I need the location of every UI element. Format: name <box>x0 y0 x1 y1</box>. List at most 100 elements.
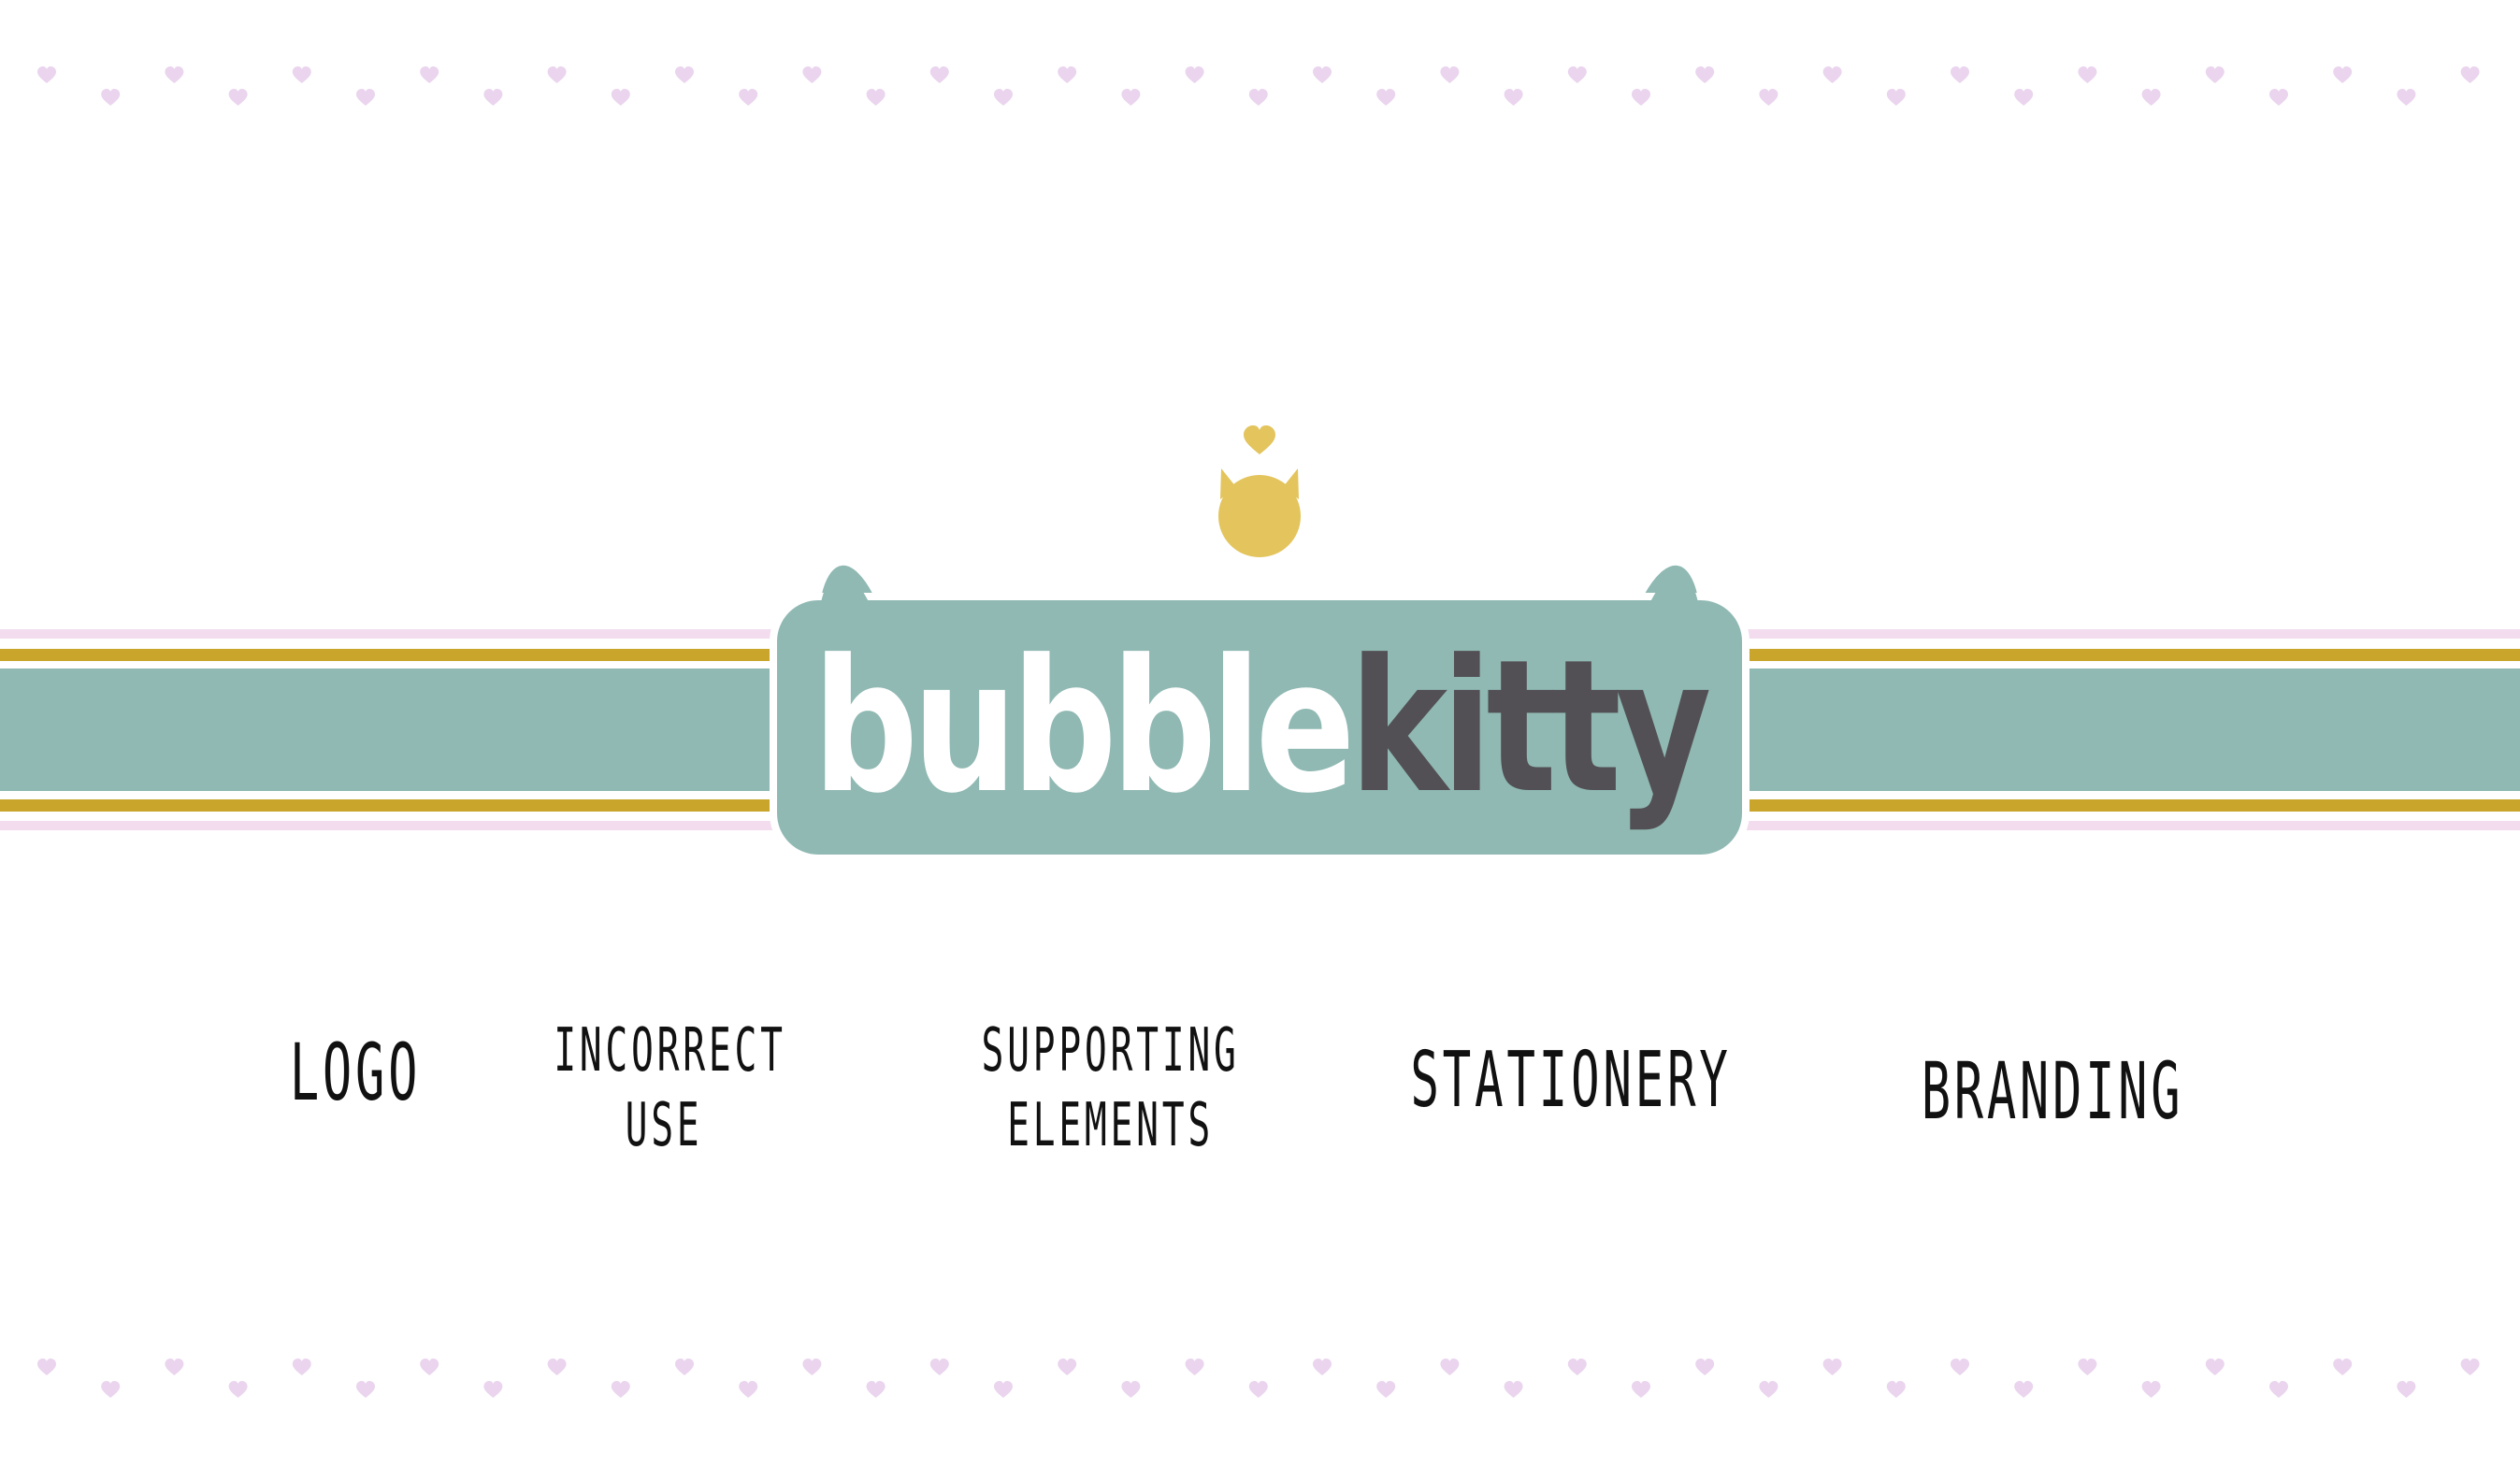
heart-icon <box>1951 1359 1969 1375</box>
heart-icon <box>547 66 567 83</box>
heart-icon <box>2460 1359 2480 1375</box>
heart-icon <box>1759 89 1778 106</box>
svg-text:bubblekitty: bubblekitty <box>813 621 1709 834</box>
heart-icon <box>37 1359 56 1375</box>
heart-icon <box>1440 1359 1460 1375</box>
heart-icon <box>2078 1359 2097 1375</box>
nav-incorrect-use[interactable]: INCORRECT USE <box>554 1014 786 1163</box>
logo-word-bubble: bubble <box>813 621 1349 834</box>
heart-icon <box>2014 1381 2034 1398</box>
heart-icon <box>1058 66 1077 83</box>
heart-icon <box>1504 1381 1523 1398</box>
heart-icon <box>2397 1381 2416 1398</box>
heart-icon <box>1632 1381 1650 1398</box>
nav-supporting-elements[interactable]: SUPPORTING ELEMENTS <box>972 1014 1248 1163</box>
heart-icon <box>2397 89 2416 106</box>
heart-icon <box>929 1359 949 1375</box>
heart-icon <box>1185 66 1204 83</box>
heart-icon <box>292 66 311 83</box>
nav-branding[interactable]: BRANDING <box>1916 1042 2188 1141</box>
heart-icon <box>1248 1381 1268 1398</box>
nav-branding-label: BRANDING <box>1921 1045 2184 1137</box>
heart-icon <box>1632 89 1650 106</box>
heart-icon <box>1185 1359 1204 1375</box>
heart-icon <box>547 1359 567 1375</box>
heart-icon <box>1822 1359 1842 1375</box>
heart-icon <box>1759 1381 1778 1398</box>
heart-icon <box>1313 66 1332 83</box>
heart-icon <box>1886 89 1906 106</box>
nav-incorrect-line2: USE <box>625 1091 703 1160</box>
heart-icon <box>2333 1359 2353 1375</box>
heart-icon <box>1376 89 1396 106</box>
heart-icon <box>802 1359 822 1375</box>
logo-word-kitty: kitty <box>1349 621 1709 834</box>
nav-supporting-line1: SUPPORTING <box>981 1016 1240 1086</box>
heart-icon <box>1822 66 1842 83</box>
heart-icon <box>1121 89 1141 106</box>
heart-icon <box>739 89 758 106</box>
heart-icon <box>1244 425 1275 454</box>
heart-icon <box>2141 89 2161 106</box>
nav-stationery[interactable]: STATIONERY <box>1408 1033 1733 1129</box>
brand-logo: bubblekitty <box>769 425 1750 865</box>
heart-icon <box>611 89 630 106</box>
heart-icon <box>1567 66 1587 83</box>
heart-icon <box>1376 1381 1396 1398</box>
heart-icon <box>37 66 56 83</box>
heart-icon <box>994 89 1013 106</box>
heart-icon <box>356 89 375 106</box>
heart-icon <box>228 89 248 106</box>
heart-icon <box>739 1381 758 1398</box>
heart-border-bottom <box>0 1350 2520 1406</box>
nav-logo[interactable]: LOGO <box>274 1024 437 1122</box>
heart-icon <box>1440 66 1460 83</box>
heart-icon <box>2460 66 2480 83</box>
heart-icon <box>1567 1359 1587 1375</box>
heart-icon <box>1504 89 1523 106</box>
nav-stationery-label: STATIONERY <box>1410 1036 1732 1125</box>
heart-icon <box>101 1381 121 1398</box>
heart-icon <box>611 1381 630 1398</box>
heart-icon <box>101 89 121 106</box>
heart-icon <box>483 89 503 106</box>
heart-icon <box>356 1381 375 1398</box>
heart-icon <box>2014 89 2034 106</box>
heart-border-top <box>0 58 2520 114</box>
heart-icon <box>1248 89 1268 106</box>
heart-icon <box>2141 1381 2161 1398</box>
heart-icon <box>2333 66 2353 83</box>
heart-icon <box>866 1381 886 1398</box>
nav-supporting-line2: ELEMENTS <box>1007 1091 1214 1160</box>
heart-icon <box>2269 89 2288 106</box>
heart-icon <box>292 1359 311 1375</box>
heart-icon <box>1313 1359 1332 1375</box>
heart-icon <box>2205 1359 2225 1375</box>
heart-pattern-top <box>37 66 2480 106</box>
nav-incorrect-line1: INCORRECT <box>554 1016 786 1086</box>
heart-icon <box>929 66 949 83</box>
heart-icon <box>1121 1381 1141 1398</box>
nav-logo-label: LOGO <box>289 1027 422 1118</box>
heart-icon <box>1886 1381 1906 1398</box>
heart-icon <box>165 1359 184 1375</box>
heart-icon <box>2205 66 2225 83</box>
heart-icon <box>483 1381 503 1398</box>
heart-icon <box>165 66 184 83</box>
heart-pattern-bottom <box>37 1359 2480 1398</box>
heart-icon <box>802 66 822 83</box>
heart-icon <box>866 89 886 106</box>
heart-icon <box>994 1381 1013 1398</box>
heart-icon <box>420 1359 439 1375</box>
heart-icon <box>1695 66 1715 83</box>
heart-icon <box>675 66 694 83</box>
heart-icon <box>2269 1381 2288 1398</box>
heart-icon <box>228 1381 248 1398</box>
heart-icon <box>420 66 439 83</box>
heart-icon <box>1951 66 1969 83</box>
heart-icon <box>675 1359 694 1375</box>
heart-icon <box>2078 66 2097 83</box>
heart-icon <box>1058 1359 1077 1375</box>
heart-icon <box>1695 1359 1715 1375</box>
cat-head-icon <box>1218 468 1301 557</box>
